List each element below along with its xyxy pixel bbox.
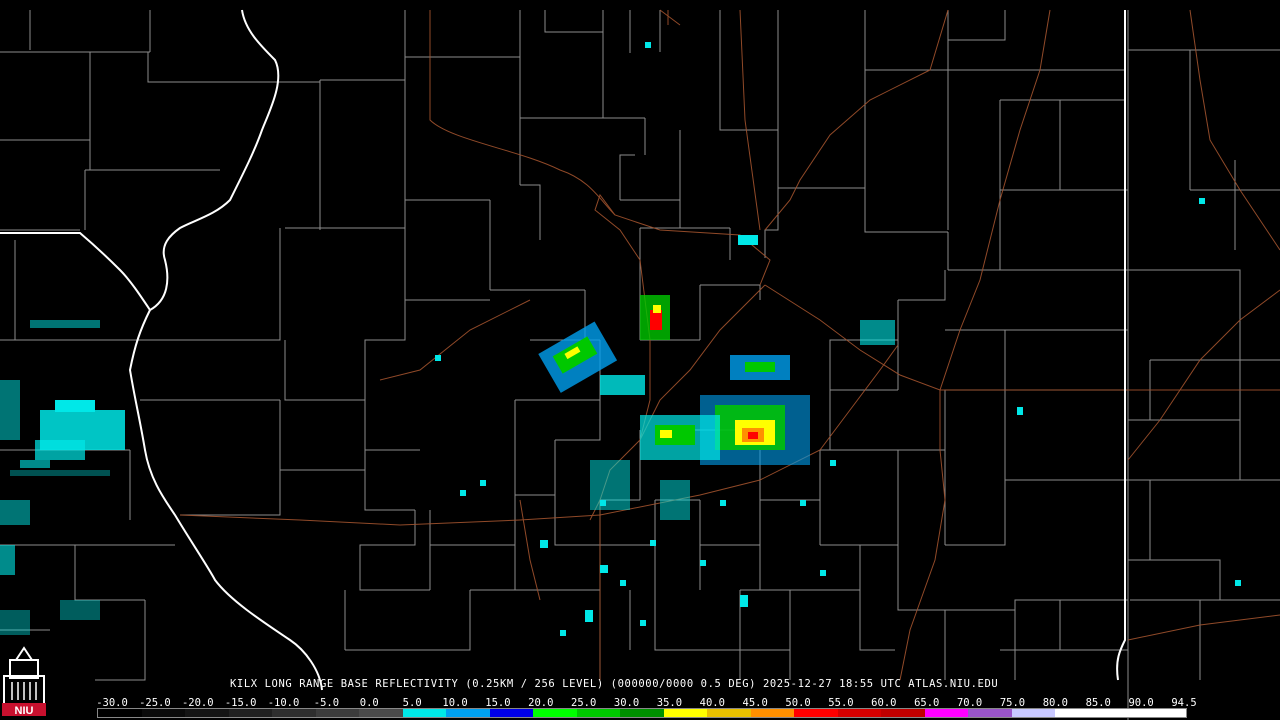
colorbar-segment xyxy=(185,709,229,717)
niu-logo: NIU xyxy=(2,646,46,716)
colorbar-segment xyxy=(968,709,1012,717)
colorbar-segment xyxy=(1098,709,1143,717)
colorbar-segment xyxy=(402,709,447,717)
colorbar-segment xyxy=(228,709,273,717)
colorbar-segment xyxy=(837,709,882,717)
colorbar-segment xyxy=(315,709,360,717)
colorbar-segment xyxy=(1011,709,1056,717)
colorbar-segment xyxy=(924,709,969,717)
colorbar-segment xyxy=(750,709,795,717)
colorbar-segment xyxy=(141,709,186,717)
reflectivity-colorbar xyxy=(97,708,1187,718)
product-caption: KILX LONG RANGE BASE REFLECTIVITY (0.25K… xyxy=(230,678,999,690)
colorbar-segment xyxy=(359,709,403,717)
colorbar-segment xyxy=(489,709,534,717)
svg-text:NIU: NIU xyxy=(15,705,34,716)
colorbar-segment xyxy=(98,709,142,717)
colorbar-segment xyxy=(576,709,621,717)
colorbar-segment xyxy=(1055,709,1099,717)
colorbar-segment xyxy=(881,709,925,717)
radar-map xyxy=(0,0,1280,720)
colorbar-segment xyxy=(446,709,490,717)
colorbar-segment xyxy=(663,709,708,717)
colorbar-segment xyxy=(533,709,577,717)
colorbar-segment xyxy=(1142,709,1186,717)
colorbar-segment xyxy=(620,709,664,717)
colorbar-segment xyxy=(272,709,316,717)
colorbar-segment xyxy=(794,709,838,717)
colorbar-segment xyxy=(707,709,751,717)
